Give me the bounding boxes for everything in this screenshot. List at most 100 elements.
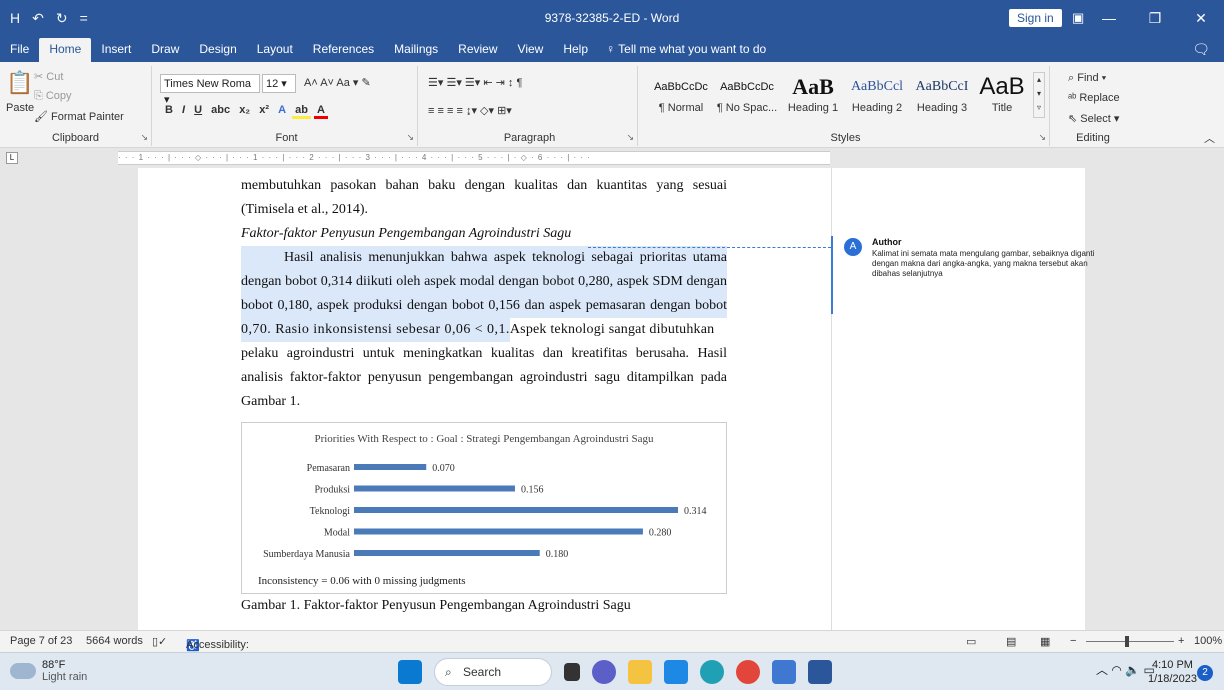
style-title[interactable]: AaB Title <box>976 72 1028 114</box>
volume-icon[interactable]: 🔈 <box>1125 663 1140 677</box>
save-icon[interactable]: H <box>10 10 20 26</box>
collapse-ribbon-icon[interactable]: ︿ <box>1204 130 1215 146</box>
tab-file[interactable]: File <box>0 38 39 62</box>
customize-qat-icon[interactable]: = <box>80 10 88 26</box>
style-no-spacing[interactable]: AaBbCcDc ¶ No Spac... <box>716 72 778 114</box>
taskbar-clock[interactable]: 4:10 PM 1/18/2023 <box>1148 658 1197 686</box>
comment-author[interactable]: Author <box>872 237 902 247</box>
notification-badge[interactable]: 2 <box>1197 665 1213 681</box>
page-count[interactable]: Page 7 of 23 <box>10 635 72 647</box>
styles-scroll-icon[interactable]: ▴ ▾ ▿ <box>1033 72 1045 118</box>
numbering-icon[interactable]: ☰▾ <box>446 77 461 89</box>
undo-icon[interactable]: ↶ <box>32 10 44 27</box>
redo-icon[interactable]: ↻ <box>56 10 68 27</box>
word-count[interactable]: 5664 words <box>86 635 143 647</box>
chart-figure[interactable]: Priorities With Respect to : Goal : Stra… <box>241 422 727 594</box>
font-name-box[interactable]: Times New Roma ▾ <box>160 74 260 106</box>
pilcrow-icon[interactable]: ¶ <box>516 77 522 89</box>
tell-me-search[interactable]: ♀ Tell me what you want to do <box>606 38 766 62</box>
tab-view[interactable]: View <box>508 38 554 62</box>
chevron-up-icon[interactable]: ︿ <box>1096 663 1108 677</box>
comments-icon[interactable]: 🗨 <box>1192 41 1210 58</box>
tab-layout[interactable]: Layout <box>247 38 303 62</box>
document-page[interactable]: membutuhkan pasokan bahan baku dengan ku… <box>138 168 831 630</box>
font-color-icon[interactable]: A <box>314 104 328 119</box>
zoom-level[interactable]: 100% <box>1194 635 1222 647</box>
file-explorer-icon[interactable] <box>628 660 652 684</box>
subscript-icon[interactable]: x₂ <box>236 104 253 116</box>
grow-font-icon[interactable]: A˄ A˅ Aa ▾ ✎ <box>304 76 371 89</box>
increase-indent-icon[interactable]: ⇥ <box>496 77 505 89</box>
tab-selector-icon[interactable]: L <box>6 152 18 164</box>
replace-button[interactable]: ᵃᵇ Replace <box>1068 92 1120 104</box>
paste-icon[interactable]: 📋 <box>6 70 33 96</box>
decrease-indent-icon[interactable]: ⇤ <box>483 77 492 89</box>
system-tray[interactable]: ︿ ◠ 🔈 ▭ <box>1096 661 1155 678</box>
underline-icon[interactable]: U <box>191 104 205 116</box>
font-launcher-icon[interactable]: ↘ <box>406 132 414 143</box>
copy-button[interactable]: ⎘ Copy <box>34 90 72 103</box>
tab-draw[interactable]: Draw <box>141 38 189 62</box>
tab-review[interactable]: Review <box>448 38 507 62</box>
cut-button[interactable]: ✂ Cut <box>34 70 63 83</box>
horizontal-ruler[interactable]: · · · 1 · · · | · · · ◇ · · · | · · · 1 … <box>118 151 830 165</box>
tab-design[interactable]: Design <box>189 38 246 62</box>
web-layout-icon[interactable]: ▦ <box>1040 635 1050 648</box>
tab-references[interactable]: References <box>303 38 384 62</box>
edge-icon[interactable] <box>700 660 724 684</box>
paste-button[interactable]: Paste <box>6 102 34 114</box>
tab-insert[interactable]: Insert <box>91 38 141 62</box>
sign-in-button[interactable]: Sign in <box>1009 9 1062 27</box>
justify-icon[interactable]: ≡ <box>456 105 462 117</box>
restore-icon[interactable]: ❐ <box>1132 0 1178 36</box>
align-right-icon[interactable]: ≡ <box>447 105 453 117</box>
italic-icon[interactable]: I <box>179 104 188 116</box>
style-normal[interactable]: AaBbCcDc ¶ Normal <box>650 72 712 114</box>
tab-home[interactable]: Home <box>39 38 92 62</box>
zoom-slider[interactable] <box>1086 641 1174 642</box>
comment-text[interactable]: Kalimat ini semata mata mengulang gambar… <box>872 249 1096 279</box>
zoom-out-icon[interactable]: − <box>1070 635 1076 647</box>
style-heading-1[interactable]: AaB Heading 1 <box>782 72 844 114</box>
tab-mailings[interactable]: Mailings <box>384 38 448 62</box>
taskbar-search[interactable]: ⌕ Search <box>434 658 552 686</box>
task-view-icon[interactable] <box>564 663 580 681</box>
select-button[interactable]: ⇖ Select ▾ <box>1068 112 1119 125</box>
sort-icon[interactable]: ↕ <box>508 77 514 89</box>
mail-icon[interactable] <box>664 660 688 684</box>
word-app-icon[interactable] <box>808 660 832 684</box>
bold-icon[interactable]: B <box>162 104 176 116</box>
multilevel-list-icon[interactable]: ☰▾ <box>465 77 480 89</box>
ribbon-display-icon[interactable]: ▣ <box>1072 10 1084 26</box>
bullets-icon[interactable]: ☰▾ <box>428 77 443 89</box>
chat-icon[interactable] <box>592 660 616 684</box>
styles-launcher-icon[interactable]: ↘ <box>1038 132 1046 143</box>
minimize-icon[interactable]: — <box>1086 0 1132 36</box>
tab-help[interactable]: Help <box>553 38 598 62</box>
text-effects-icon[interactable]: A <box>275 104 289 116</box>
print-layout-icon[interactable]: ▤ <box>1006 635 1016 648</box>
highlight-icon[interactable]: ab <box>292 104 311 119</box>
superscript-icon[interactable]: x² <box>256 104 272 116</box>
style-heading-3[interactable]: AaBbCcI Heading 3 <box>910 72 974 114</box>
windows-start-icon[interactable] <box>398 660 422 684</box>
style-heading-2[interactable]: AaBbCcl Heading 2 <box>846 72 908 114</box>
close-icon[interactable]: ✕ <box>1178 0 1224 36</box>
read-mode-icon[interactable]: ▭ <box>966 635 976 648</box>
font-size-box[interactable]: 12 ▾ <box>262 74 296 93</box>
strikethrough-icon[interactable]: abc <box>208 104 233 116</box>
align-center-icon[interactable]: ≡ <box>437 105 443 117</box>
photos-icon[interactable] <box>772 660 796 684</box>
chrome-icon[interactable] <box>736 660 760 684</box>
paragraph-launcher-icon[interactable]: ↘ <box>626 132 634 143</box>
borders-icon[interactable]: ⊞▾ <box>497 105 512 117</box>
format-painter-button[interactable]: 🖌 Format Painter <box>34 110 124 123</box>
align-left-icon[interactable]: ≡ <box>428 105 434 117</box>
proofing-icon[interactable]: ▯✓ <box>152 635 167 648</box>
zoom-slider-thumb[interactable] <box>1125 636 1129 647</box>
find-button[interactable]: ⌕ Find ▾ <box>1068 72 1106 85</box>
line-spacing-icon[interactable]: ↨▾ <box>466 105 477 117</box>
clipboard-launcher-icon[interactable]: ↘ <box>140 132 148 143</box>
wifi-icon[interactable]: ◠ <box>1111 663 1121 677</box>
zoom-in-icon[interactable]: + <box>1178 635 1184 647</box>
